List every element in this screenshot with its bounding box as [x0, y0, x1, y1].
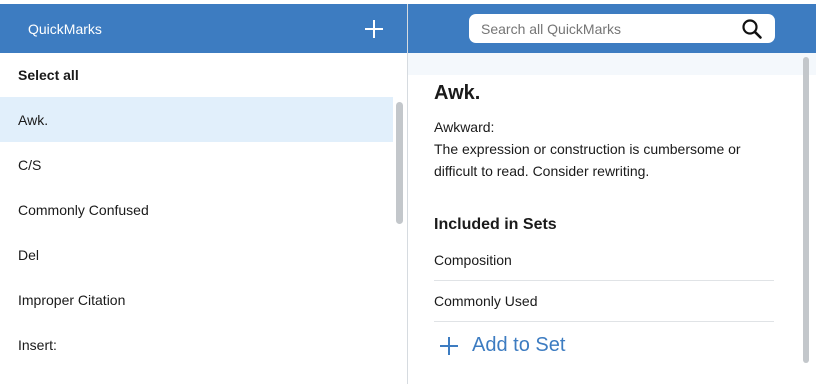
add-quickmark-plus-icon[interactable] — [363, 18, 385, 40]
list-item[interactable]: Commonly Confused — [0, 187, 393, 232]
search-input[interactable]: Search all QuickMarks — [469, 14, 775, 43]
quickmark-title: Awk. — [434, 82, 481, 104]
set-item: Composition — [434, 240, 774, 281]
detail-scrollbar[interactable] — [803, 57, 809, 363]
list-header: QuickMarks — [0, 4, 407, 53]
list-item[interactable]: Insert: — [0, 322, 393, 367]
add-to-set-label: Add to Set — [472, 334, 566, 356]
panel-title: QuickMarks — [28, 20, 102, 37]
add-to-set-button[interactable]: Add to Set — [434, 334, 774, 357]
detail-top-band — [408, 53, 816, 75]
search-placeholder: Search all QuickMarks — [481, 20, 622, 37]
quickmarks-list-panel: QuickMarks Select all Awk. C/S Commonly … — [0, 4, 408, 384]
plus-icon — [440, 336, 458, 355]
sets-heading: Included in Sets — [434, 216, 557, 233]
search-icon[interactable] — [741, 18, 763, 40]
list-item[interactable]: C/S — [0, 142, 393, 187]
list-item[interactable]: Del — [0, 232, 393, 277]
quickmark-label: Awkward: — [434, 119, 495, 135]
select-all-button[interactable]: Select all — [0, 53, 407, 97]
detail-header: Search all QuickMarks — [408, 4, 816, 53]
quickmark-detail: Awk. Awkward: The expression or construc… — [434, 76, 774, 357]
quickmarks-list: Awk. C/S Commonly Confused Del Improper … — [0, 97, 407, 367]
list-scrollbar[interactable] — [396, 102, 403, 224]
quickmark-description: The expression or construction is cumber… — [434, 141, 741, 179]
set-item: Commonly Used — [434, 281, 774, 322]
quickmark-detail-panel: Search all QuickMarks Awk. Awkward: The … — [408, 4, 816, 384]
list-item[interactable]: Improper Citation — [0, 277, 393, 322]
quickmarks-app: QuickMarks Select all Awk. C/S Commonly … — [0, 0, 820, 387]
list-item[interactable]: Awk. — [0, 97, 393, 142]
